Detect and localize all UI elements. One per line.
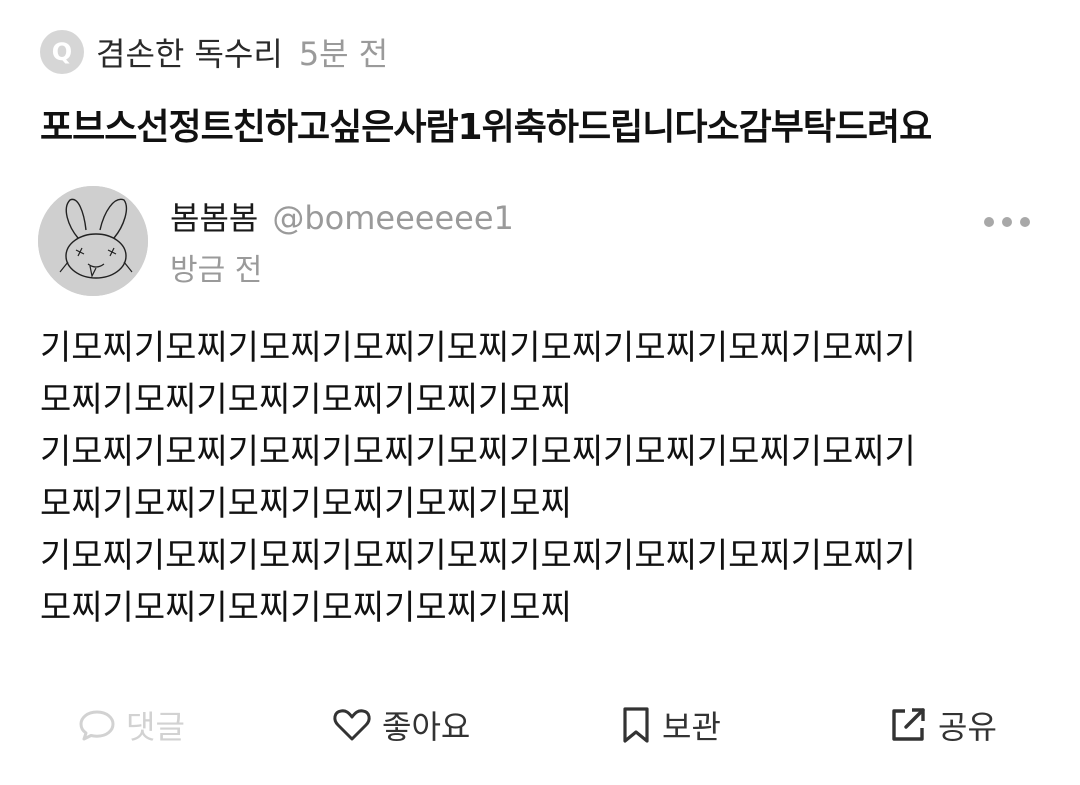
- speech-bubble-icon: [79, 710, 115, 741]
- more-dots-icon: [1020, 217, 1030, 227]
- like-label: 좋아요: [382, 708, 471, 746]
- external-share-icon: [892, 708, 925, 741]
- share-label: 공유: [938, 708, 997, 746]
- more-options-button[interactable]: [984, 210, 1030, 234]
- question-meta: Q 겸손한 독수리 5분 전: [40, 30, 388, 74]
- more-dots-icon: [1002, 217, 1012, 227]
- share-button[interactable]: 공유: [888, 698, 997, 752]
- q-badge-icon: Q: [40, 30, 84, 74]
- more-dots-icon: [984, 217, 994, 227]
- rabbit-doodle-avatar-icon: [38, 186, 148, 296]
- answer-line: 모찌기모찌기모찌기모찌기모찌기모찌: [40, 484, 572, 524]
- answer-line: 기모찌기모찌기모찌기모찌기모찌기모찌기모찌기모찌기모찌기: [40, 536, 916, 576]
- answer-line: 기모찌기모찌기모찌기모찌기모찌기모찌기모찌기모찌기모찌기: [40, 432, 916, 472]
- question-title: 포브스선정트친하고싶은사람1위축하드립니다소감부탁드려요: [40, 107, 932, 148]
- heart-icon: [333, 709, 371, 741]
- answer-line: 기모찌기모찌기모찌기모찌기모찌기모찌기모찌기모찌기모찌기: [40, 328, 916, 368]
- question-time: 5분 전: [298, 35, 389, 73]
- bookmark-icon: [623, 707, 649, 743]
- answer-line: 모찌기모찌기모찌기모찌기모찌기모찌: [40, 588, 572, 628]
- save-label: 보관: [662, 708, 721, 746]
- comment-button[interactable]: 댓글: [78, 698, 185, 752]
- save-button[interactable]: 보관: [620, 698, 721, 752]
- comment-label: 댓글: [126, 708, 185, 746]
- answer-body: 기모찌기모찌기모찌기모찌기모찌기모찌기모찌기모찌기모찌기 모찌기모찌기모찌기모찌…: [40, 322, 1045, 634]
- author-name[interactable]: 봄봄봄: [170, 193, 258, 239]
- author-handle[interactable]: @bomeeeeee1: [272, 199, 514, 237]
- answer-time: 방금 전: [170, 253, 263, 288]
- action-bar: 댓글 좋아요 보관 공유: [0, 698, 1080, 752]
- avatar[interactable]: [38, 186, 148, 296]
- like-button[interactable]: 좋아요: [332, 698, 470, 752]
- asker-name: 겸손한 독수리: [96, 35, 283, 73]
- answer-line: 모찌기모찌기모찌기모찌기모찌기모찌: [40, 380, 572, 420]
- answer-author: 봄봄봄 @bomeeeeee1 방금 전: [38, 186, 514, 296]
